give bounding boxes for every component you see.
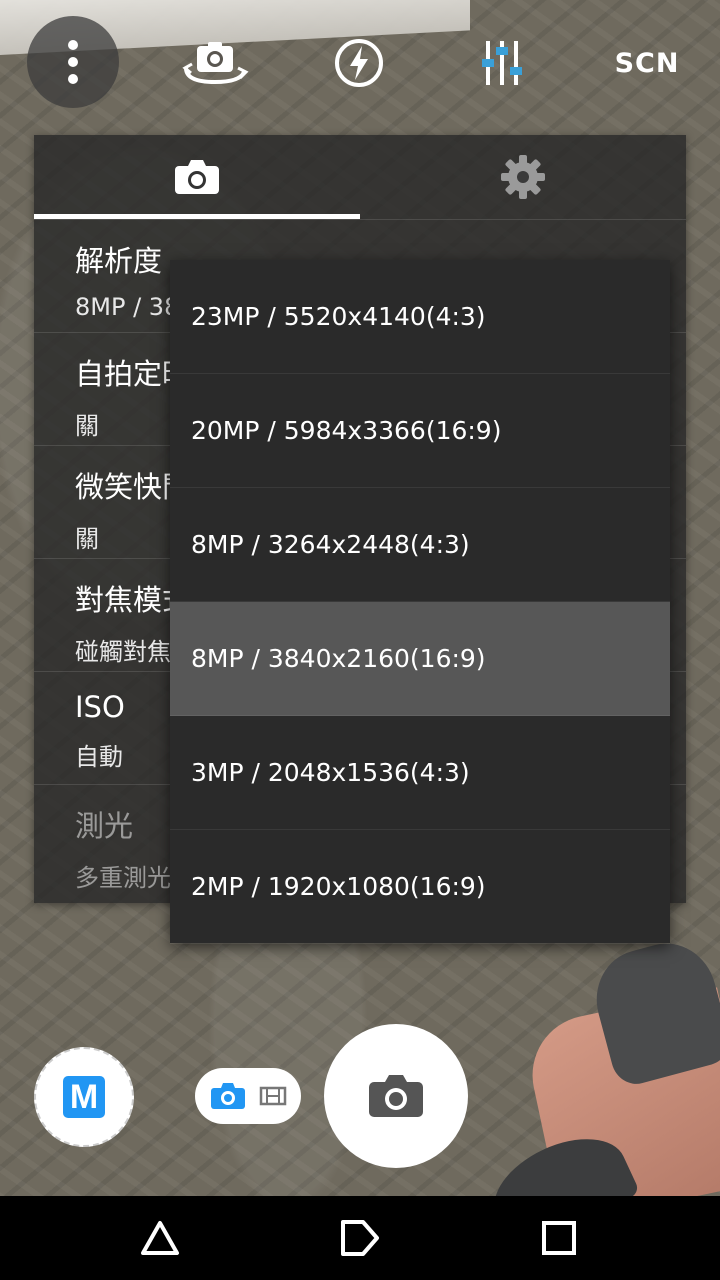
- back-triangle-icon: [141, 1221, 179, 1255]
- switch-camera-icon: [182, 42, 249, 85]
- tab-camera-settings[interactable]: [34, 135, 360, 219]
- flash-button[interactable]: [314, 16, 404, 110]
- adjustments-button[interactable]: [459, 16, 549, 110]
- tab-general-settings[interactable]: [360, 135, 686, 219]
- resolution-option[interactable]: 8MP / 3264x2448(4:3): [170, 488, 670, 602]
- photo-mode-icon: [210, 1083, 245, 1109]
- home-button[interactable]: [310, 1196, 410, 1280]
- active-tab-indicator: [34, 214, 360, 219]
- resolution-option-selected[interactable]: 8MP / 3840x2160(16:9): [170, 602, 670, 716]
- scene-mode-button[interactable]: SCN: [602, 16, 692, 110]
- flash-auto-icon: [335, 39, 383, 87]
- system-navigation-bar: [0, 1196, 720, 1280]
- resolution-dropdown: 23MP / 5520x4140(4:3) 20MP / 5984x3366(1…: [170, 260, 670, 944]
- camera-icon: [175, 160, 219, 194]
- resolution-option[interactable]: 3MP / 2048x1536(4:3): [170, 716, 670, 830]
- video-mode-icon: [259, 1086, 286, 1106]
- switch-camera-button[interactable]: [170, 16, 260, 110]
- resolution-option[interactable]: 20MP / 5984x3366(16:9): [170, 374, 670, 488]
- recent-apps-button[interactable]: [509, 1196, 609, 1280]
- settings-tabs: [34, 135, 686, 219]
- resolution-option[interactable]: 23MP / 5520x4140(4:3): [170, 260, 670, 374]
- photo-video-switch[interactable]: [195, 1068, 301, 1124]
- scene-mode-label: SCN: [614, 47, 680, 79]
- camera-shutter-icon: [369, 1075, 423, 1117]
- shutter-button[interactable]: [324, 1024, 468, 1168]
- back-button[interactable]: [110, 1196, 210, 1280]
- gear-icon: [501, 155, 545, 199]
- resolution-option[interactable]: 2MP / 1920x1080(16:9): [170, 830, 670, 944]
- overflow-menu-button[interactable]: [27, 16, 119, 108]
- home-icon: [341, 1220, 379, 1256]
- manual-mode-button[interactable]: M: [34, 1047, 134, 1147]
- manual-mode-icon: M: [63, 1076, 105, 1118]
- adjustments-icon: [482, 41, 522, 85]
- overflow-menu-icon: [68, 40, 78, 84]
- camera-top-toolbar: SCN: [0, 16, 720, 112]
- recent-apps-icon: [542, 1221, 576, 1255]
